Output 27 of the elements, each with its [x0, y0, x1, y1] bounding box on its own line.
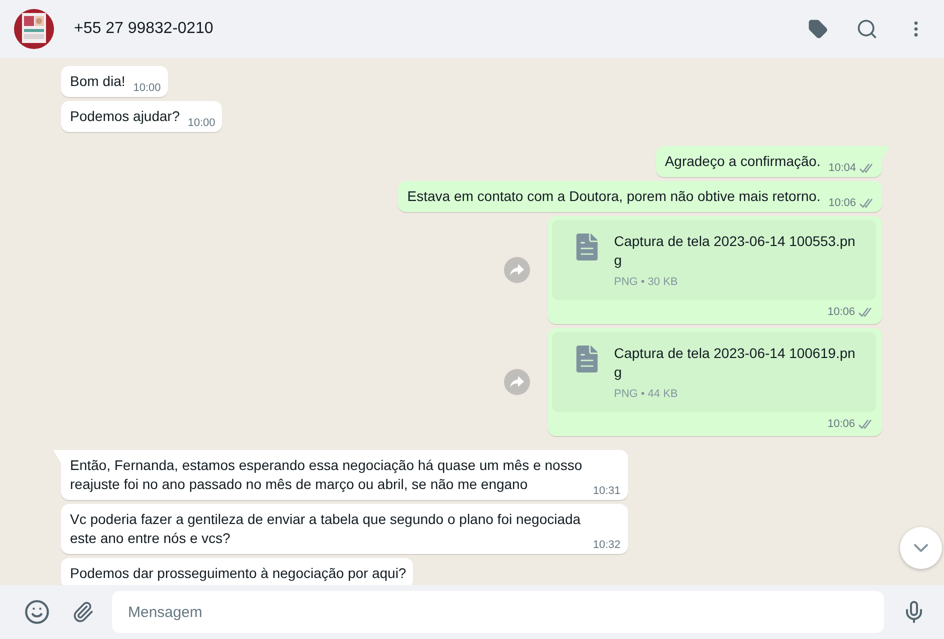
forward-icon: [509, 263, 525, 277]
message-time: 10:00: [133, 82, 161, 95]
message-text: Podemos ajudar?: [70, 107, 180, 126]
file-message[interactable]: Captura de tela 2023-06-14 100619.png PNG • 44 KB 10:06: [548, 328, 882, 436]
file-name: Captura de tela 2023-06-14 100553.png: [614, 232, 856, 270]
message-text: Podemos dar prosseguimento à negociação por aqui?: [70, 564, 406, 583]
contact-name: +55 27 99832-0210: [74, 20, 214, 38]
file-message[interactable]: Captura de tela 2023-06-14 100553.png PNG • 30 KB 10:06: [548, 216, 882, 324]
file-name: Captura de tela 2023-06-14 100619.png: [614, 344, 856, 382]
message-text: Bom dia!: [70, 72, 126, 91]
file-card[interactable]: Captura de tela 2023-06-14 100553.png PNG • 30 KB: [552, 220, 876, 300]
message-time: 10:00: [188, 117, 216, 130]
forward-icon: [509, 375, 525, 389]
message-time: 10:06: [827, 418, 855, 431]
message-text: Vc poderia fazer a gentileza de enviar a tabela que segundo o plano foi negociada este ano entre nós e vcs?: [70, 510, 582, 548]
message-time: 10:06: [828, 197, 856, 210]
file-meta: PNG • 30 KB: [614, 276, 679, 289]
message-text: Estava em contato com a Doutora, porem não obtive mais retorno.: [407, 187, 820, 206]
message-time: 10:32: [593, 539, 621, 552]
message-time: 10:06: [827, 306, 855, 319]
message-text: Então, Fernanda, estamos esperando essa negociação há quase um mês e nosso reajuste foi no ano passado no mês de março ou abril, se não me engano: [70, 456, 584, 494]
file-card[interactable]: Captura de tela 2023-06-14 100619.png PNG • 44 KB: [552, 332, 876, 412]
message-time: 10:04: [828, 162, 856, 175]
message-text: Agradeço a confirmação.: [664, 152, 820, 171]
message-input[interactable]: Mensagem: [112, 591, 884, 633]
file-meta: PNG • 44 KB: [614, 388, 679, 401]
message-time: 10:31: [593, 485, 621, 498]
